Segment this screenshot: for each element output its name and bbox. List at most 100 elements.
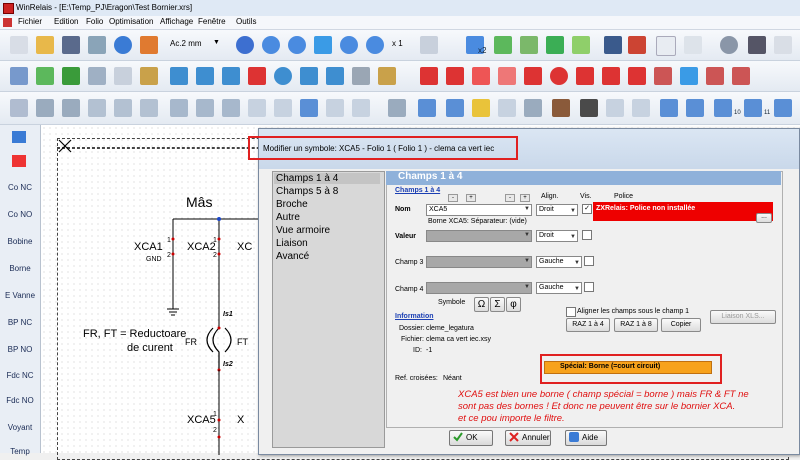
fct-icon[interactable] [602,67,620,85]
corner-icon[interactable] [498,67,516,85]
rack-icon[interactable] [632,99,650,117]
circle-icon[interactable] [550,67,568,85]
palette-e-vanne[interactable]: E Vanne [0,291,40,300]
target-icon[interactable] [236,36,254,54]
champ3-visible-checkbox[interactable] [584,256,594,266]
information-link[interactable]: Information [395,313,434,320]
brush-icon[interactable] [140,67,158,85]
nom-minus2-button[interactable]: - [505,194,515,202]
page-icon[interactable] [420,36,438,54]
bus-icon[interactable] [300,67,318,85]
raz-1-4-button[interactable]: RAZ 1 à 4 [566,318,610,332]
nom-input[interactable]: XCA5 ▼ [426,204,532,216]
remove-icon[interactable] [520,36,538,54]
valeur-align-select[interactable]: Droit ▼ [536,230,578,242]
bend-icon[interactable] [378,67,396,85]
bus2-icon[interactable] [326,67,344,85]
list-item-broche[interactable]: Broche [276,199,308,210]
text-icon[interactable] [420,67,438,85]
cross-ref-icon[interactable] [660,99,678,117]
text-box-icon[interactable] [446,67,464,85]
list-item-avance[interactable]: Avancé [276,251,309,262]
contact-icon[interactable] [62,99,80,117]
zoom-in-icon[interactable] [262,36,280,54]
champ3-input[interactable]: ▼ [426,256,532,268]
help-icon[interactable] [114,36,132,54]
page-setup-icon[interactable] [684,36,702,54]
list-item-autre[interactable]: Autre [276,212,300,223]
palette-bp-nc[interactable]: BP NC [0,318,40,327]
pointer-icon[interactable] [524,67,542,85]
line-tool-icon[interactable] [170,67,188,85]
text-format-icon[interactable] [472,67,490,85]
champs-link[interactable]: Champs 1 à 4 [395,187,440,194]
police-browse-button[interactable]: ... [756,213,772,223]
champ4-input[interactable]: ▼ [426,282,532,294]
layers-icon[interactable] [572,36,590,54]
champ4-dropdown-icon[interactable]: ▼ [524,284,530,290]
chip-icon[interactable] [524,99,542,117]
champ3-dropdown-icon[interactable]: ▼ [524,258,530,264]
numbering-icon[interactable] [686,99,704,117]
nom-plus2-button[interactable]: + [520,194,530,202]
pan-icon[interactable] [314,36,332,54]
symbol-sigma-button[interactable]: Σ [490,297,505,312]
add-icon[interactable] [494,36,512,54]
double-line-icon[interactable] [222,67,240,85]
champ4-align-select[interactable]: Gauche ▼ [536,282,582,294]
chain-icon[interactable] [114,99,132,117]
liaison-xls-button[interactable]: Liaison XLS... [710,310,776,324]
document-list-icon[interactable] [628,36,646,54]
pencil-icon[interactable] [576,67,594,85]
select-icon[interactable] [10,67,28,85]
paper-size-select[interactable]: Ac.2 mm [170,39,202,48]
palette-borne[interactable]: Borne [0,264,40,273]
palette-temp[interactable]: Temp [0,447,40,456]
device-icon[interactable] [580,99,598,117]
print-icon[interactable] [88,36,106,54]
cross-line-icon[interactable] [248,67,266,85]
question-tool-icon[interactable] [12,155,26,167]
menu-folio[interactable]: Folio [86,17,103,26]
menu-edition[interactable]: Edition [54,17,78,26]
palette-fdc-no[interactable]: Fdc NO [0,396,40,405]
list-icon[interactable] [706,67,724,85]
print-preview-icon[interactable] [248,99,266,117]
symbol-lib-icon[interactable] [10,99,28,117]
module-icon[interactable] [326,99,344,117]
grid-icon[interactable] [732,67,750,85]
terminal-icon[interactable] [300,99,318,117]
symbol-omega-button[interactable]: Ω [474,297,489,312]
gear-icon[interactable] [720,36,738,54]
document-icon[interactable] [3,18,12,27]
harness-icon[interactable] [446,99,464,117]
book-icon[interactable] [552,99,570,117]
new-file-icon[interactable] [10,36,28,54]
move-icon[interactable] [36,67,54,85]
raz-1-8-button[interactable]: RAZ 1 à 8 [614,318,658,332]
menu-affichage[interactable]: Affichage [160,17,193,26]
copy-icon[interactable] [170,99,188,117]
menu-fenetre[interactable]: Fenêtre [198,17,226,26]
valeur-dropdown-icon[interactable]: ▼ [524,232,530,238]
sort3-icon[interactable] [774,99,792,117]
annuler-button[interactable]: Annuler [505,430,551,446]
zoom-out-icon[interactable] [288,36,306,54]
nom-dropdown-icon[interactable]: ▼ [524,206,530,212]
save-icon[interactable] [62,36,80,54]
component-icon[interactable] [36,99,54,117]
wire-icon[interactable] [62,67,80,85]
aligner-checkbox[interactable] [566,307,576,317]
keyboard-icon[interactable] [498,99,516,117]
nom-visible-checkbox[interactable]: ✓ [582,204,592,214]
paper-size-chevron-icon[interactable]: ▼ [213,39,220,46]
palette-voyant[interactable]: Voyant [0,423,40,432]
nom-plus-button[interactable]: + [466,194,476,202]
copier-button[interactable]: Copier [661,318,701,332]
transfer-icon[interactable] [222,99,240,117]
symbol-phi-button[interactable]: φ [506,297,521,312]
champ4-visible-checkbox[interactable] [584,282,594,292]
palette-fdc-nc[interactable]: Fdc NC [0,371,40,380]
board-icon[interactable] [606,99,624,117]
cut-icon[interactable] [140,99,158,117]
